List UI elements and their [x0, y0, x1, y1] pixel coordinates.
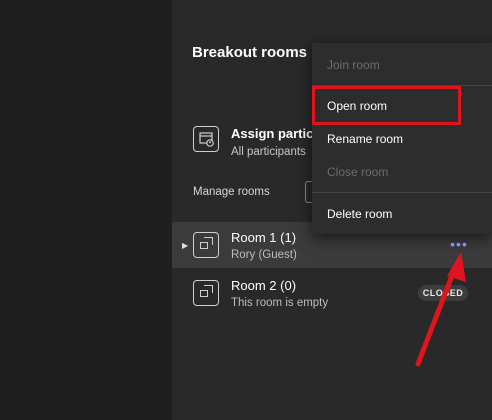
annotation-arrow-icon [415, 252, 466, 367]
